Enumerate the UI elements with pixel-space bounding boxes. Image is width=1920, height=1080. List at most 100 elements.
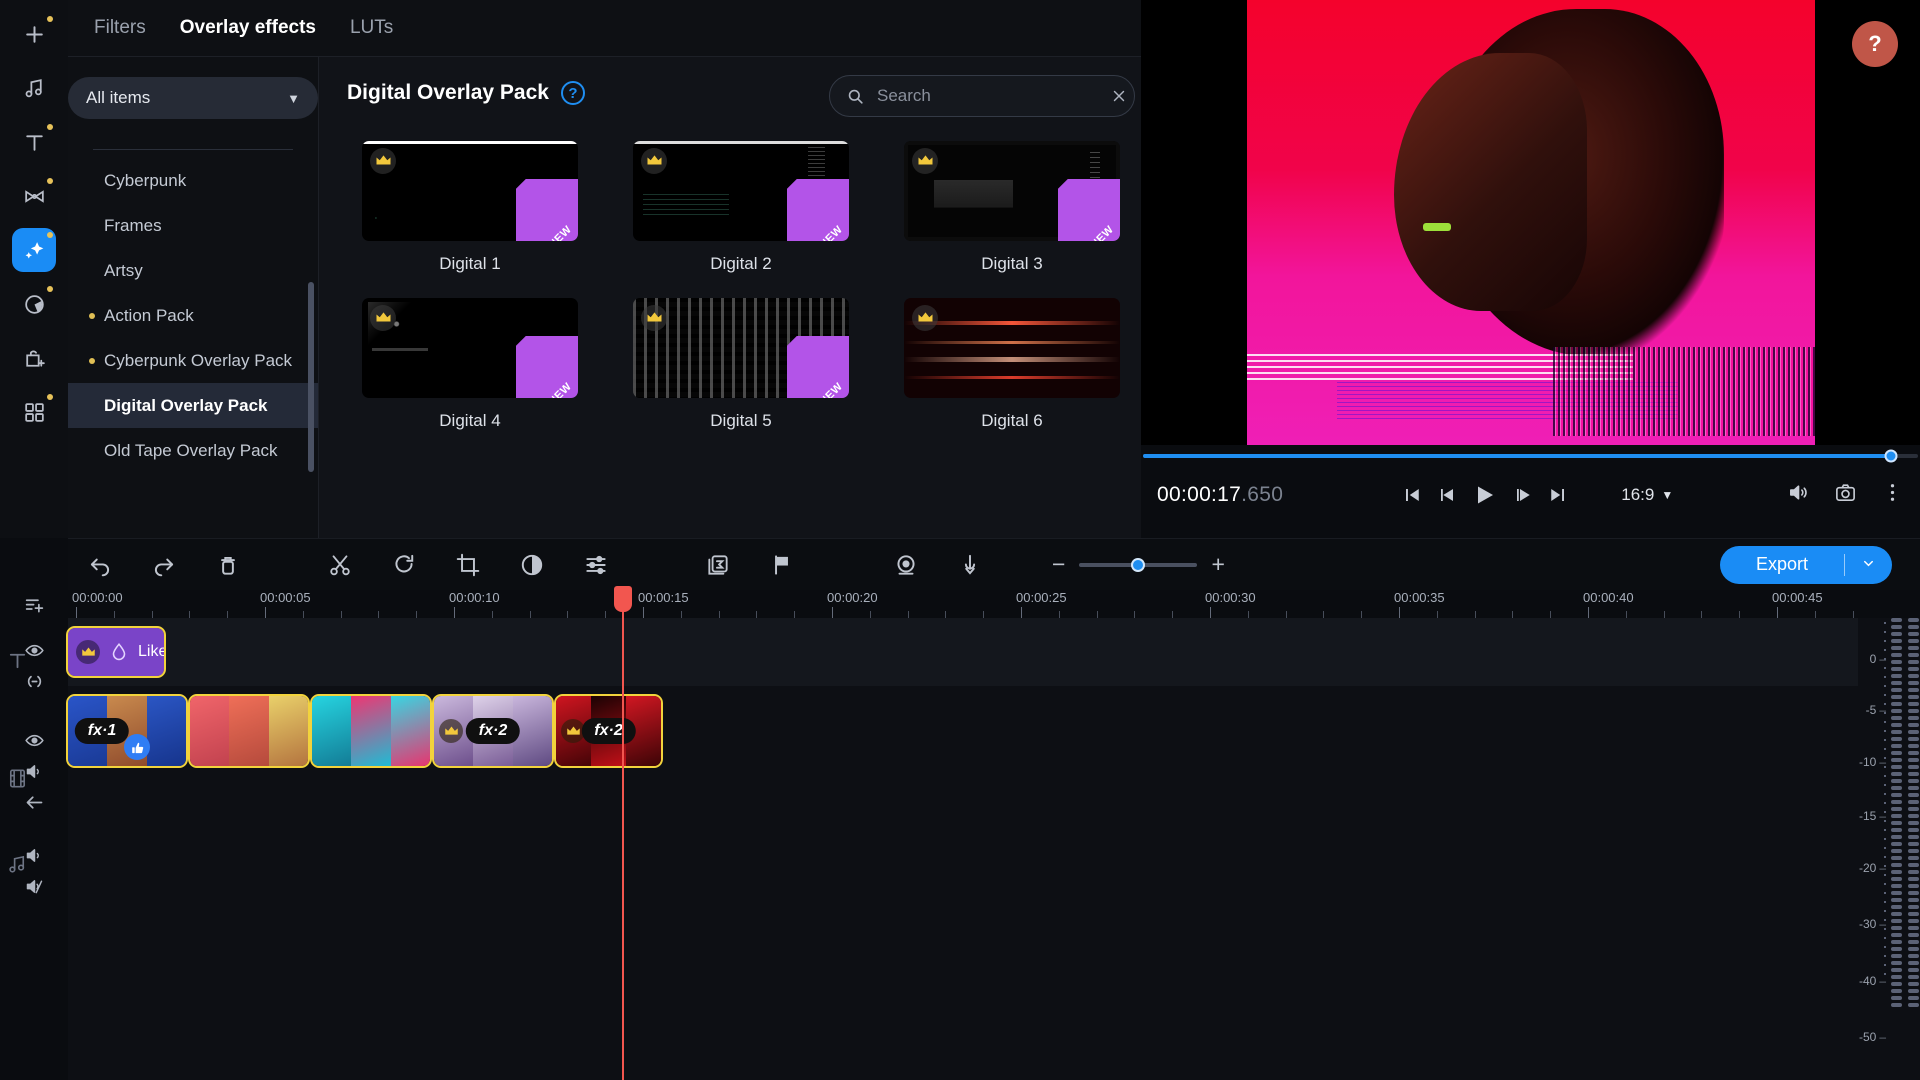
effect-thumbnail[interactable]: NEW [633, 141, 849, 241]
add-track-button[interactable] [0, 590, 68, 621]
step-back-icon[interactable] [1438, 486, 1456, 504]
track-detach-button[interactable] [24, 792, 45, 813]
delete-button[interactable] [196, 552, 260, 578]
skip-end-icon[interactable] [1549, 486, 1567, 504]
meter-segment [1891, 772, 1902, 776]
effect-thumbnail[interactable]: NEW [362, 298, 578, 398]
rail-item-audio[interactable] [12, 66, 56, 110]
effect-card-digital-4[interactable]: NEW Digital 4 [347, 298, 593, 431]
clip-stack-icon [708, 554, 728, 575]
meter-segment [1908, 849, 1919, 853]
meter-segment [1908, 751, 1919, 755]
kebab-menu-icon[interactable] [1881, 481, 1904, 509]
play-icon[interactable] [1473, 483, 1497, 507]
all-items-dropdown[interactable]: All items ▼ [68, 77, 318, 119]
sidebar-item-action-pack[interactable]: Action Pack [68, 293, 318, 338]
video-clip-4[interactable]: fx·2 [432, 694, 554, 768]
ruler-tick-mark [1247, 611, 1249, 618]
rail-item-stickers[interactable] [12, 336, 56, 380]
ruler-tick-mark [680, 611, 682, 618]
effect-thumbnail[interactable]: NEW [633, 298, 849, 398]
ruler-tick-mark [756, 611, 758, 618]
meter-segment [1891, 667, 1902, 671]
rail-item-add-media[interactable] [12, 12, 56, 56]
sidebar-item-cyberpunk[interactable]: Cyberpunk [68, 158, 318, 203]
rail-item-transitions[interactable] [12, 174, 56, 218]
effect-card-digital-1[interactable]: NEW Digital 1 [347, 141, 593, 274]
playhead-handle[interactable] [614, 586, 632, 612]
rail-item-more-tools[interactable] [12, 390, 56, 434]
timeline-track-title[interactable]: Like [66, 618, 1858, 686]
meter-segment [1891, 856, 1902, 860]
video-clip-5[interactable]: fx·2 [554, 694, 663, 768]
record-voiceover-button[interactable] [938, 552, 1002, 578]
sidebar-item-artsy[interactable]: Artsy [68, 248, 318, 293]
ruler-tick-label: 00:00:15 [638, 590, 689, 605]
tab-filters[interactable]: Filters [94, 17, 146, 39]
export-dropdown-button[interactable] [1845, 556, 1892, 574]
tab-luts[interactable]: LUTs [350, 17, 393, 39]
speaker-icon[interactable] [1787, 481, 1810, 509]
effect-thumbnail[interactable]: NEW [362, 141, 578, 241]
zoom-in-button[interactable]: + [1211, 553, 1224, 576]
ruler-tick-mark [567, 611, 569, 618]
timeline-ruler[interactable]: 00:00:00 00:00:05 00:00:10 00:00:15 00:0… [68, 590, 1858, 618]
zoom-slider-track[interactable] [1079, 557, 1198, 572]
effect-card-digital-5[interactable]: NEW Digital 5 [618, 298, 864, 431]
effect-card-digital-3[interactable]: NEW Digital 3 [889, 141, 1135, 274]
effect-thumbnail[interactable]: NEW [904, 141, 1120, 241]
video-clip-3[interactable] [310, 694, 432, 768]
search-input[interactable] [877, 86, 1098, 106]
marker-button[interactable] [750, 552, 814, 578]
tab-overlay-effects[interactable]: Overlay effects [180, 17, 316, 39]
effect-card-digital-6[interactable]: Digital 6 [889, 298, 1135, 431]
meter-segment [1891, 947, 1902, 951]
rail-item-titles[interactable] [12, 120, 56, 164]
export-button[interactable]: Export [1720, 554, 1844, 575]
zoom-slider-handle[interactable] [1131, 557, 1146, 572]
track-visibility-toggle[interactable] [24, 730, 45, 751]
progress-handle[interactable] [1884, 449, 1898, 463]
chevron-down-icon: ▼ [1661, 488, 1674, 502]
skip-start-icon[interactable] [1403, 486, 1421, 504]
effect-thumbnail[interactable] [904, 298, 1120, 398]
camera-icon[interactable] [1834, 481, 1857, 509]
meter-segment [1891, 933, 1902, 937]
close-icon[interactable] [1110, 87, 1128, 105]
record-webcam-button[interactable] [874, 552, 938, 578]
zoom-out-button[interactable]: − [1052, 553, 1065, 576]
properties-button[interactable] [564, 552, 628, 578]
sidebar-item-digital-overlay-pack[interactable]: Digital Overlay Pack [68, 383, 318, 428]
video-clip-1[interactable]: fx·1 [66, 694, 188, 768]
montage-wizard-button[interactable] [686, 552, 750, 578]
video-clip-2[interactable] [188, 694, 310, 768]
playhead[interactable] [614, 586, 632, 1080]
progress-track[interactable] [1143, 449, 1918, 463]
color-adjust-button[interactable] [500, 552, 564, 578]
sidebar-item-frames[interactable]: Frames [68, 203, 318, 248]
undo-button[interactable] [68, 552, 132, 578]
sidebar-item-cyberpunk-overlay-pack[interactable]: Cyberpunk Overlay Pack [68, 338, 318, 383]
playback-progress[interactable] [1141, 449, 1920, 463]
timeline-track-video[interactable]: fx·1 fx·2 fx·2 [66, 686, 1858, 776]
effect-card-digital-2[interactable]: NEW Digital 2 [618, 141, 864, 274]
redo-button[interactable] [132, 552, 196, 578]
meter-segment [1908, 723, 1919, 727]
add-track-icon[interactable] [24, 595, 45, 616]
update-badge-dot [47, 16, 53, 22]
timeline-body[interactable]: Like fx·1 fx·2 fx·2 [66, 618, 1858, 1080]
category-scrollbar[interactable] [308, 282, 314, 472]
video-editor-window: Filters Overlay effects LUTs All items ▼… [0, 0, 1920, 1080]
help-fab-button[interactable]: ? [1852, 21, 1898, 67]
help-icon[interactable]: ? [560, 81, 585, 105]
rail-item-color[interactable] [12, 282, 56, 326]
ruler-tick-mark [113, 611, 115, 618]
aspect-ratio-selector[interactable]: 16:9 ▼ [1621, 485, 1673, 505]
rail-item-effects[interactable] [12, 228, 56, 272]
rotate-button[interactable] [372, 552, 436, 578]
crop-button[interactable] [436, 552, 500, 578]
sidebar-item-old-tape-overlay-pack[interactable]: Old Tape Overlay Pack [68, 428, 318, 473]
title-clip[interactable]: Like [66, 626, 166, 678]
split-button[interactable] [308, 552, 372, 578]
step-forward-icon[interactable] [1514, 486, 1532, 504]
